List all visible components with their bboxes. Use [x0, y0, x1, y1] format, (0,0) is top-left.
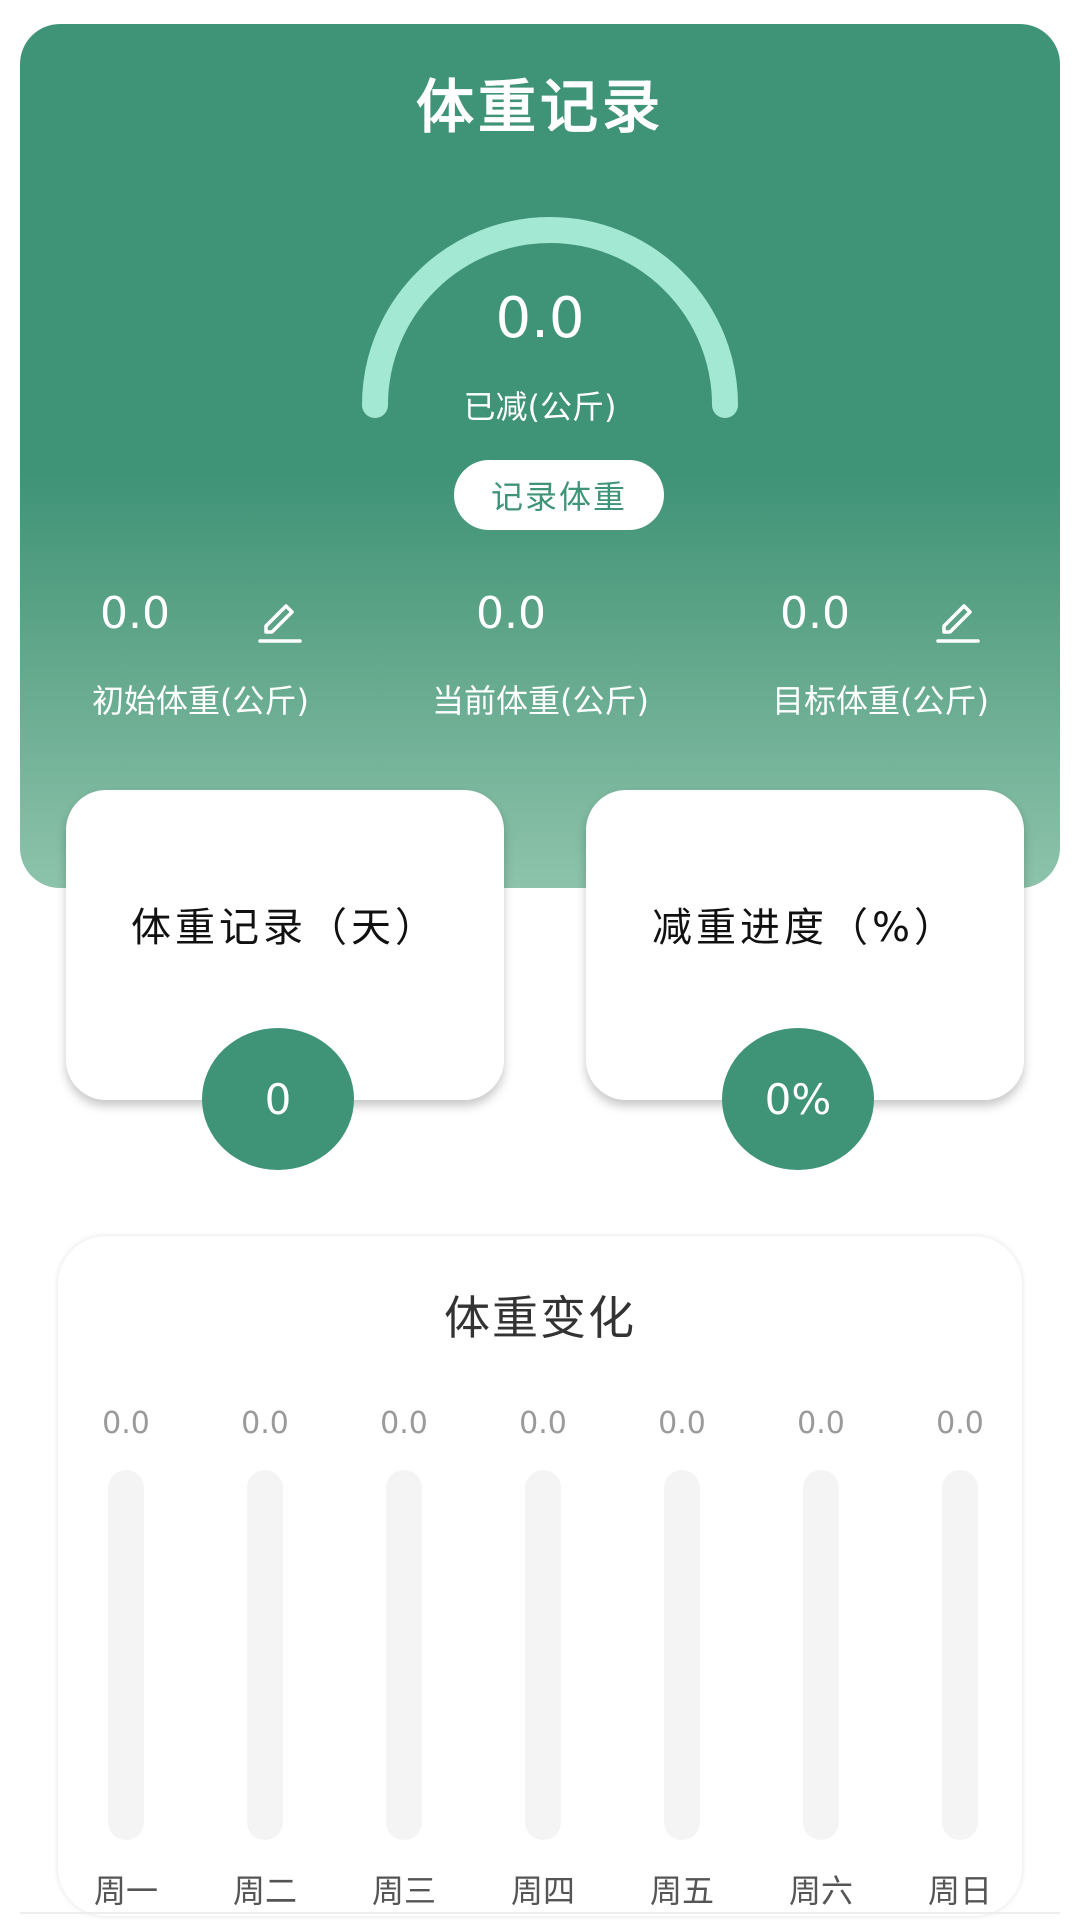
edit-icon[interactable]: [256, 598, 304, 646]
weight-change-chart: 体重变化 0.0 周一 0.0 周二 0.0 周三 0.0 周四 0.0 周五 0.0 周六 0.0 周日: [58, 1236, 1022, 1916]
gauge-value: 0.0: [495, 286, 585, 351]
bar-value-label: 0.0: [241, 1406, 289, 1441]
gauge-label: 已减(公斤): [463, 388, 617, 426]
page-title: 体重记录: [415, 73, 664, 141]
bar-day-label: 周二: [232, 1872, 297, 1910]
bar-track: [664, 1470, 700, 1840]
bar-track: [386, 1470, 422, 1840]
bar-day-label: 周三: [371, 1872, 436, 1910]
record-weight-button[interactable]: 记录体重: [454, 460, 664, 530]
header-panel: [20, 24, 1060, 888]
bar-day-label: 周五: [649, 1872, 714, 1910]
loss-progress-value: 0%: [722, 1028, 874, 1170]
target-weight-label: 目标体重(公斤): [772, 682, 989, 720]
chart-title: 体重变化: [444, 1291, 636, 1345]
edit-icon[interactable]: [934, 598, 982, 646]
record-days-title: 体重记录（天）: [131, 905, 439, 951]
bar-track: [247, 1470, 283, 1840]
initial-weight-label: 初始体重(公斤): [92, 682, 309, 720]
target-weight-value: 0.0: [780, 588, 850, 639]
bar-value-label: 0.0: [380, 1406, 428, 1441]
bar-day-label: 周四: [510, 1872, 575, 1910]
bar-value-label: 0.0: [519, 1406, 567, 1441]
current-weight-value: 0.0: [476, 588, 546, 639]
initial-weight-value: 0.0: [100, 588, 170, 639]
bar-value-label: 0.0: [797, 1406, 845, 1441]
bar-track: [803, 1470, 839, 1840]
bar-track: [942, 1470, 978, 1840]
bar-value-label: 0.0: [102, 1406, 150, 1441]
bar-value-label: 0.0: [658, 1406, 706, 1441]
bar-track: [525, 1470, 561, 1840]
bar-value-label: 0.0: [936, 1406, 984, 1441]
bar-track: [108, 1470, 144, 1840]
bar-day-label: 周一: [93, 1872, 158, 1910]
bar-day-label: 周六: [788, 1872, 853, 1910]
divider: [20, 1912, 1060, 1914]
loss-progress-title: 减重进度（%）: [651, 905, 958, 951]
bar-day-label: 周日: [927, 1872, 992, 1910]
record-days-value: 0: [202, 1028, 354, 1170]
current-weight-label: 当前体重(公斤): [432, 682, 649, 720]
